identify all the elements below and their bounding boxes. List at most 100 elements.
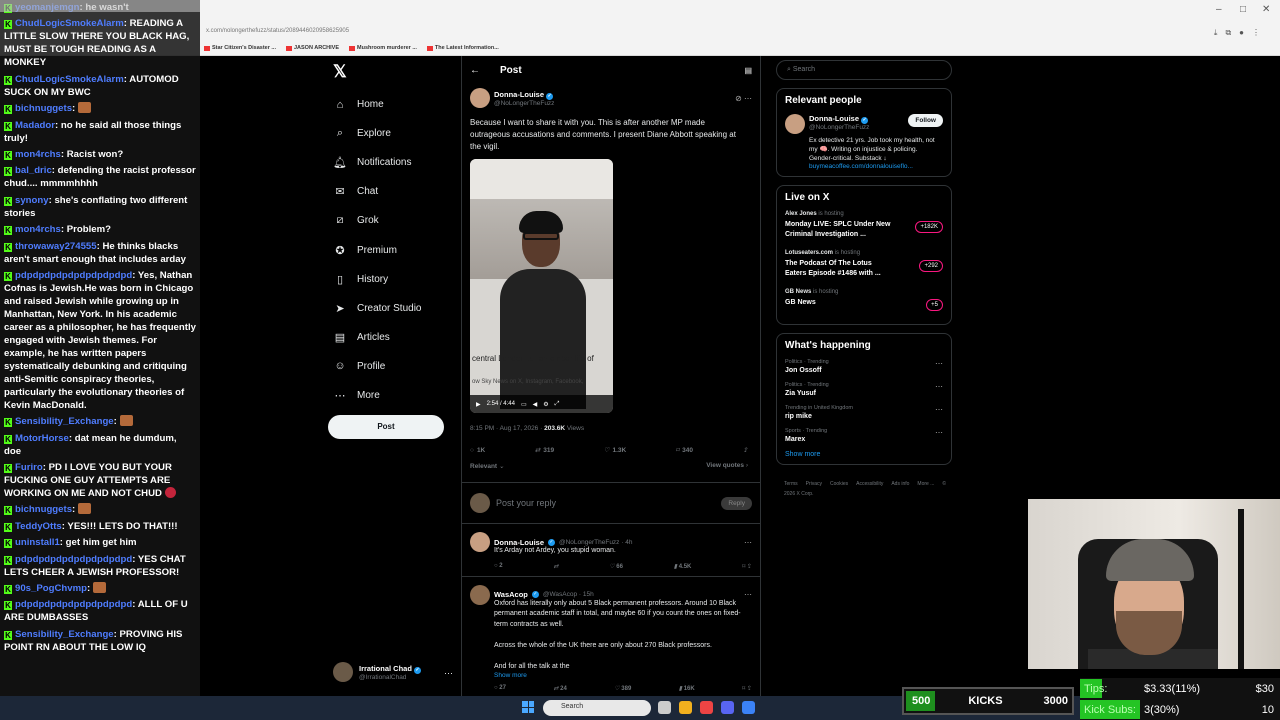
nav-item-explore[interactable]: ⌕ Explore xyxy=(333,119,473,148)
taskbar-search[interactable]: Search xyxy=(543,700,651,716)
bookmark-icon[interactable]: ⌑ ⇪ xyxy=(742,685,752,692)
maximize-button[interactable]: □ xyxy=(1240,4,1246,15)
live-item[interactable]: Lotuseaters.com is hosting The Podcast Of… xyxy=(785,250,943,279)
bookmark[interactable]: JASON ARCHIVE xyxy=(285,45,339,51)
avatar[interactable] xyxy=(470,88,490,108)
listener-badge[interactable]: +5 xyxy=(926,299,943,311)
more-icon[interactable]: ⋯ xyxy=(935,428,943,437)
reply-post[interactable]: WasAcop ✓ @WasAcop · 15h ⋯ Oxford has litera… xyxy=(462,577,760,699)
chat-username[interactable]: ChudLogicSmokeAlarm xyxy=(15,74,124,85)
chat-username[interactable]: mon4rchs xyxy=(15,149,61,160)
host-name[interactable]: GB News xyxy=(785,289,811,295)
menu-icon[interactable]: ⋮ xyxy=(1252,28,1260,38)
repost-button[interactable]: ⇄ xyxy=(553,563,558,570)
person-card[interactable]: Donna-Louise ✓ @NoLongerTheFuzz Follow xyxy=(785,114,943,134)
nav-item-premium[interactable]: ✪ Premium xyxy=(333,235,473,264)
volume-icon[interactable]: ◀ xyxy=(533,401,538,408)
chat-username[interactable]: pdpdpdpdpdpdpdpdpdpd xyxy=(15,270,132,281)
reply-button[interactable]: ○ 27 xyxy=(494,685,506,692)
bookmark[interactable]: Mushroom murderer ... xyxy=(349,45,417,51)
post-timestamp[interactable]: 8:15 PM · Aug 17, 2026 · xyxy=(470,425,542,432)
repost-button[interactable]: ⇄ 24 xyxy=(553,685,566,692)
extensions-icon[interactable]: ⧉ xyxy=(1225,28,1231,38)
chat-username[interactable]: ChudLogicSmokeAlarm xyxy=(15,18,124,29)
trend-item[interactable]: Sports · Trending Marex ⋯ xyxy=(785,428,943,443)
play-icon[interactable]: ▶ xyxy=(476,401,481,408)
chat-username[interactable]: bichnuggets xyxy=(15,504,72,515)
close-button[interactable]: ✕ xyxy=(1262,4,1270,15)
nav-item-grok[interactable]: ⧄ Grok xyxy=(333,206,473,235)
footer-link[interactable]: More ... xyxy=(917,481,934,487)
like-button[interactable]: ♡ 1.3K xyxy=(604,446,627,455)
reply-submit-button[interactable]: Reply xyxy=(721,496,752,510)
chat-username[interactable]: bal_dric xyxy=(15,165,52,176)
profile-icon[interactable]: ● xyxy=(1239,28,1244,38)
footer-link[interactable]: Ads info xyxy=(891,481,909,487)
footer-link[interactable]: Accessibility xyxy=(856,481,883,487)
search-input[interactable]: ⌕ Search xyxy=(776,60,952,80)
chat-username[interactable]: Madador xyxy=(15,120,55,131)
reply-author-name[interactable]: WasAcop xyxy=(494,590,528,599)
heart-button[interactable]: ♡ 389 xyxy=(614,685,631,692)
footer-link[interactable]: Privacy xyxy=(806,481,822,487)
nav-item-chat[interactable]: ✉ Chat xyxy=(333,177,473,206)
account-more-icon[interactable]: ⋯ xyxy=(444,668,453,679)
footer-link[interactable]: Cookies xyxy=(830,481,848,487)
share-button[interactable]: ⇪ xyxy=(743,446,748,454)
show-more-link[interactable]: Show more xyxy=(785,451,943,458)
more-icon[interactable]: ⋯ xyxy=(935,359,943,368)
live-title[interactable]: The Podcast Of The Lotus Eaters Episode … xyxy=(785,259,895,279)
download-icon[interactable]: ⤓ xyxy=(1214,28,1218,38)
reply-input[interactable]: Post your reply xyxy=(496,498,556,508)
listener-badge[interactable]: +292 xyxy=(919,260,943,272)
more-icon[interactable]: ⋯ xyxy=(744,590,752,599)
video-player[interactable]: central London to remember life of ow Sk… xyxy=(470,159,613,413)
nav-item-more[interactable]: ⋯ More xyxy=(333,381,473,410)
avatar[interactable] xyxy=(785,114,805,134)
discord-icon[interactable] xyxy=(721,701,734,714)
x-logo-icon[interactable]: 𝕏 xyxy=(333,62,347,82)
trend-item[interactable]: Politics · Trending Jon Ossoff ⋯ xyxy=(785,359,943,374)
chat-username[interactable]: Sensibility_Exchange xyxy=(15,629,114,640)
captions-icon[interactable]: ▭ xyxy=(521,401,527,408)
more-icon[interactable]: ⋯ xyxy=(935,405,943,414)
bookmark[interactable]: The Latest Information... xyxy=(426,45,499,51)
reply-button[interactable]: ○ 1K xyxy=(470,446,485,454)
chat-username[interactable]: throwaway274555 xyxy=(15,241,97,252)
bookmark-icon[interactable]: ⌑ ⇪ xyxy=(742,563,752,570)
live-title[interactable]: Monday LIVE: SPLC Under New Criminal Inv… xyxy=(785,220,895,240)
chat-username[interactable]: Sensibility_Exchange xyxy=(15,416,114,427)
chat-username[interactable]: bichnuggets xyxy=(15,103,72,114)
nav-item-notifications[interactable]: 🔔︎ Notifications xyxy=(333,148,473,177)
bookmark[interactable]: Star Citizen's Disaster ... xyxy=(204,45,276,51)
views-button[interactable]: ▮ 4.5K xyxy=(674,563,692,570)
views-button[interactable]: ▮ 16K xyxy=(679,685,695,692)
reply-post[interactable]: Donna-Louise ✓ @NoLongerTheFuzz · 4h ⋯ It's … xyxy=(462,524,760,577)
chat-username[interactable]: MotorHorse xyxy=(15,433,69,444)
author-handle[interactable]: @NoLongerTheFuzz xyxy=(494,100,554,107)
chat-username[interactable]: Furiro xyxy=(15,462,43,473)
author-name[interactable]: Donna-Louise xyxy=(494,90,544,99)
settings-icon[interactable]: ⚙ xyxy=(543,401,548,408)
follow-button[interactable]: Follow xyxy=(908,114,943,127)
reader-icon[interactable]: ▤ xyxy=(744,66,752,75)
chat-username[interactable]: TeddyOtts xyxy=(15,521,62,532)
live-item[interactable]: GB News is hosting GB News +5 xyxy=(785,289,943,311)
chat-username[interactable]: mon4rchs xyxy=(15,224,61,235)
chat-username[interactable]: 90s_PogChvmp xyxy=(15,583,87,594)
trend-item[interactable]: Trending in United Kingdom rip mike ⋯ xyxy=(785,405,943,420)
app-icon[interactable] xyxy=(742,701,755,714)
view-quotes-link[interactable]: View quotes › xyxy=(706,462,748,470)
minimize-button[interactable]: – xyxy=(1216,4,1222,15)
more-icon[interactable]: ⋯ xyxy=(744,538,752,547)
back-arrow-icon[interactable]: ← xyxy=(470,65,480,76)
windows-start-icon[interactable] xyxy=(522,701,534,713)
person-name[interactable]: Donna-Louise xyxy=(809,114,859,123)
chat-username[interactable]: pdpdpdpdpdpdpdpdpdpd xyxy=(15,554,132,565)
more-icon[interactable]: ⋯ xyxy=(935,382,943,391)
nav-item-history[interactable]: ▯ History xyxy=(333,265,473,294)
task-view-icon[interactable] xyxy=(658,701,671,714)
nav-item-profile[interactable]: ☺ Profile xyxy=(333,352,473,381)
compose-post-button[interactable]: Post xyxy=(328,415,444,439)
listener-badge[interactable]: +182K xyxy=(915,221,943,233)
